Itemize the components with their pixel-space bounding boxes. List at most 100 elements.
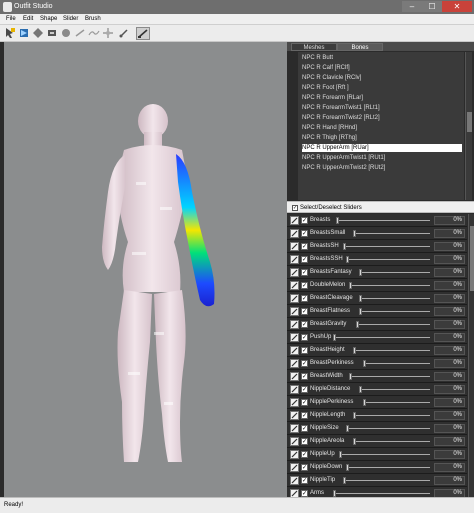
- select-deselect-row[interactable]: ✓ Select/Deselect Sliders: [287, 201, 474, 213]
- slider-handle[interactable]: [359, 269, 363, 276]
- minimize-button[interactable]: –: [402, 1, 422, 12]
- slider-track[interactable]: [359, 272, 430, 273]
- slider-track[interactable]: [346, 259, 430, 260]
- deflate-icon[interactable]: [60, 27, 72, 39]
- slider-handle[interactable]: [333, 334, 336, 341]
- edit-slider-icon[interactable]: [290, 333, 299, 342]
- menu-shape[interactable]: Shape: [40, 16, 57, 22]
- slider-checkbox[interactable]: ✓: [301, 490, 308, 497]
- slider-checkbox[interactable]: ✓: [301, 269, 308, 276]
- slider-checkbox[interactable]: ✓: [301, 321, 308, 328]
- menu-slider[interactable]: Slider: [63, 16, 78, 22]
- slider-handle[interactable]: [352, 230, 356, 237]
- scrollbar-thumb[interactable]: [470, 226, 474, 291]
- slider-track[interactable]: [352, 233, 430, 234]
- list-item[interactable]: NPC R Foot [Rft ]: [302, 84, 462, 92]
- edit-slider-icon[interactable]: [290, 359, 299, 368]
- slider-handle[interactable]: [336, 217, 340, 224]
- select-tool-icon[interactable]: [4, 27, 16, 39]
- edit-slider-icon[interactable]: [290, 307, 299, 316]
- active-tool-icon[interactable]: [136, 27, 150, 40]
- slider-handle[interactable]: [346, 256, 349, 263]
- slider-handle[interactable]: [352, 438, 356, 445]
- select-all-checkbox[interactable]: ✓: [292, 205, 298, 211]
- slider-checkbox[interactable]: ✓: [301, 230, 308, 237]
- list-item[interactable]: NPC R Thigh [RThg]: [302, 134, 462, 142]
- slider-value[interactable]: 0%: [434, 281, 465, 290]
- slider-track[interactable]: [362, 402, 430, 403]
- bone-list-scrollbar[interactable]: [465, 52, 472, 200]
- slider-handle[interactable]: [339, 451, 343, 458]
- slider-track[interactable]: [339, 454, 430, 455]
- list-item[interactable]: NPC R Forearm [RLar]: [302, 94, 462, 102]
- edit-slider-icon[interactable]: [290, 424, 299, 433]
- edit-slider-icon[interactable]: [290, 294, 299, 303]
- slider-checkbox[interactable]: ✓: [301, 217, 308, 224]
- slider-handle[interactable]: [359, 386, 363, 393]
- slider-value[interactable]: 0%: [434, 229, 465, 238]
- menu-edit[interactable]: Edit: [23, 16, 33, 22]
- maximize-button[interactable]: ☐: [422, 1, 442, 12]
- edit-slider-icon[interactable]: [290, 346, 299, 355]
- slider-checkbox[interactable]: ✓: [301, 399, 308, 406]
- slider-value[interactable]: 0%: [434, 398, 465, 407]
- slider-handle[interactable]: [362, 360, 366, 367]
- slider-value[interactable]: 0%: [434, 294, 465, 303]
- slider-checkbox[interactable]: ✓: [301, 347, 308, 354]
- edit-slider-icon[interactable]: [290, 463, 299, 472]
- slider-checkbox[interactable]: ✓: [301, 373, 308, 380]
- scrollbar-thumb[interactable]: [467, 112, 472, 132]
- slider-value[interactable]: 0%: [434, 255, 465, 264]
- edit-slider-icon[interactable]: [290, 372, 299, 381]
- slider-value[interactable]: 0%: [434, 346, 465, 355]
- slider-checkbox[interactable]: ✓: [301, 334, 308, 341]
- transform-icon[interactable]: [102, 27, 114, 39]
- slider-handle[interactable]: [362, 399, 366, 406]
- mask-icon[interactable]: [32, 27, 44, 39]
- slider-handle[interactable]: [355, 321, 359, 328]
- slider-value[interactable]: 0%: [434, 359, 465, 368]
- slider-handle[interactable]: [349, 373, 353, 380]
- slider-handle[interactable]: [333, 490, 336, 497]
- list-item[interactable]: NPC R UpperArmTwist2 [RUt2]: [302, 164, 462, 172]
- edit-slider-icon[interactable]: [290, 398, 299, 407]
- slider-value[interactable]: 0%: [434, 489, 465, 497]
- list-item-selected[interactable]: NPC R UpperArm [RUar]: [302, 144, 462, 152]
- slider-checkbox[interactable]: ✓: [301, 360, 308, 367]
- edit-slider-icon[interactable]: [290, 450, 299, 459]
- edit-slider-icon[interactable]: [290, 216, 299, 225]
- slider-handle[interactable]: [359, 308, 363, 315]
- edit-slider-icon[interactable]: [290, 242, 299, 251]
- list-item[interactable]: NPC R ForearmTwist2 [RLt2]: [302, 114, 462, 122]
- slider-checkbox[interactable]: ✓: [301, 438, 308, 445]
- 3d-viewport[interactable]: [4, 42, 287, 497]
- brush-tool-icon[interactable]: [18, 27, 30, 39]
- edit-slider-icon[interactable]: [290, 489, 299, 497]
- slider-handle[interactable]: [352, 347, 356, 354]
- slider-value[interactable]: 0%: [434, 437, 465, 446]
- slider-handle[interactable]: [342, 477, 346, 484]
- slider-handle[interactable]: [349, 282, 353, 289]
- close-button[interactable]: ✕: [442, 1, 472, 12]
- list-item[interactable]: NPC R Butt: [302, 54, 462, 62]
- slider-track[interactable]: [346, 428, 430, 429]
- slider-checkbox[interactable]: ✓: [301, 295, 308, 302]
- slider-handle[interactable]: [346, 464, 349, 471]
- edit-slider-icon[interactable]: [290, 411, 299, 420]
- slider-track[interactable]: [342, 480, 430, 481]
- slider-checkbox[interactable]: ✓: [301, 243, 308, 250]
- edit-slider-icon[interactable]: [290, 281, 299, 290]
- slider-value[interactable]: 0%: [434, 320, 465, 329]
- slider-track[interactable]: [333, 493, 430, 494]
- slider-checkbox[interactable]: ✓: [301, 477, 308, 484]
- slider-value[interactable]: 0%: [434, 385, 465, 394]
- slider-track[interactable]: [362, 363, 430, 364]
- edit-slider-icon[interactable]: [290, 229, 299, 238]
- slider-handle[interactable]: [352, 412, 356, 419]
- slider-checkbox[interactable]: ✓: [301, 464, 308, 471]
- slider-value[interactable]: 0%: [434, 424, 465, 433]
- move-icon[interactable]: [74, 27, 86, 39]
- slider-track[interactable]: [355, 324, 430, 325]
- slider-value[interactable]: 0%: [434, 372, 465, 381]
- slider-checkbox[interactable]: ✓: [301, 425, 308, 432]
